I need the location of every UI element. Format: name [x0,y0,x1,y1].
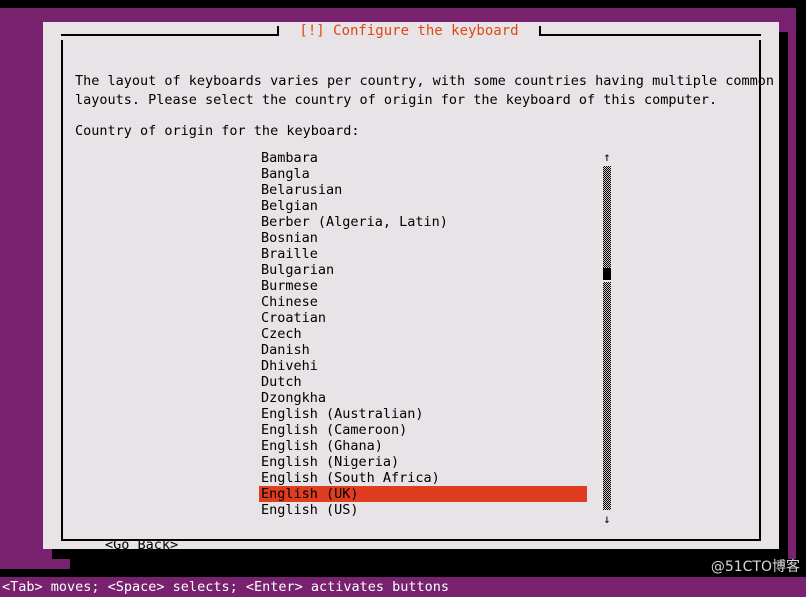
list-item[interactable]: English (South Africa) [259,470,589,486]
list-item[interactable]: Dzongkha [259,390,589,406]
list-item[interactable]: English (Ghana) [259,438,589,454]
list-item[interactable]: Berber (Algeria, Latin) [259,214,589,230]
list-item[interactable]: Dutch [259,374,589,390]
list-item[interactable]: English (US) [259,502,589,518]
installer-screen: [!] Configure the keyboard The layout of… [0,0,806,597]
list-item[interactable]: Braille [259,246,589,262]
title-gap-left [279,22,290,40]
dialog-title: [!] Configure the keyboard [299,23,519,39]
status-bar-help-text: <Tab> moves; <Space> selects; <Enter> ac… [0,577,806,597]
list-item[interactable]: Croatian [259,310,589,326]
scrollbar-track-upper[interactable] [603,166,611,268]
list-item[interactable]: Bambara [259,150,589,166]
list-item[interactable]: English (Nigeria) [259,454,589,470]
configure-keyboard-dialog: [!] Configure the keyboard The layout of… [43,22,779,553]
scrollbar-thumb[interactable] [603,268,611,280]
screen-lower-band [70,559,806,577]
keyboard-country-list[interactable]: Bambara Bangla Belarusian Belgian Berber (Al… [259,150,589,526]
title-rule-right [539,26,761,36]
list-item[interactable]: English (Cameroon) [259,422,589,438]
scroll-up-arrow-icon[interactable]: ↑ [599,150,615,164]
list-item[interactable]: Danish [259,342,589,358]
scroll-down-arrow-icon[interactable]: ↓ [599,512,615,526]
list-scrollbar[interactable]: ↑ ↓ [599,150,615,526]
title-gap-right [528,22,539,40]
list-item-selected[interactable]: English (UK) [259,486,587,502]
list-item[interactable]: Belarusian [259,182,589,198]
list-item[interactable]: Bangla [259,166,589,182]
go-back-button[interactable]: <Go Back> [105,536,178,554]
list-item[interactable]: English (Australian) [259,406,589,422]
list-item[interactable]: Czech [259,326,589,342]
list-item[interactable]: Dhivehi [259,358,589,374]
list-item[interactable]: Belgian [259,198,589,214]
country-prompt-label: Country of origin for the keyboard: [75,123,360,139]
list-item[interactable]: Burmese [259,278,589,294]
list-item[interactable]: Bosnian [259,230,589,246]
dialog-titlebar: [!] Configure the keyboard [61,22,761,40]
list-item[interactable]: Bulgarian [259,262,589,278]
scrollbar-track-lower[interactable] [603,282,611,510]
watermark-label: @51CTO博客 [710,559,800,575]
title-rule-left [61,26,279,36]
list-item[interactable]: Chinese [259,294,589,310]
screen-right-edge [796,8,806,569]
dialog-description: The layout of keyboards varies per count… [75,73,774,108]
